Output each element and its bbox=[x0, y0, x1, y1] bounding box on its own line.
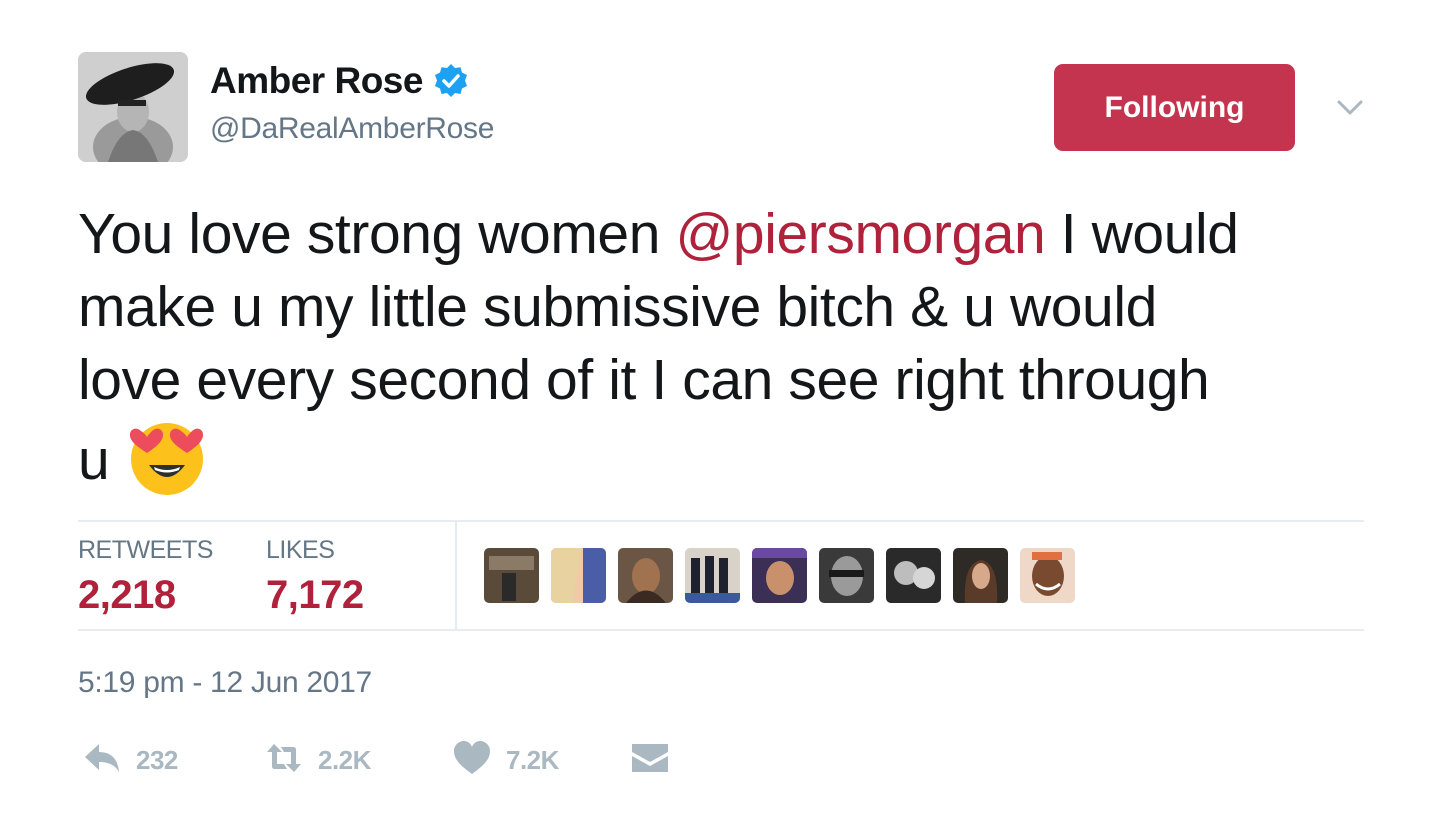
retweet-icon bbox=[264, 740, 304, 781]
likers-avatar-row bbox=[484, 548, 1075, 603]
likes-stat[interactable]: LIKES 7,172 bbox=[266, 536, 364, 618]
stats-top-divider bbox=[78, 520, 1364, 522]
liker-avatar[interactable] bbox=[551, 548, 606, 603]
tweet-text-part: u bbox=[78, 428, 110, 492]
tweet-line-3: love every second of it I can see right … bbox=[78, 348, 1210, 412]
following-button[interactable]: Following bbox=[1054, 64, 1295, 151]
like-button[interactable]: 7.2K bbox=[452, 740, 559, 781]
tweet-text-part: I would bbox=[1045, 202, 1239, 266]
author-name-row: Amber Rose bbox=[210, 60, 469, 102]
liker-avatar[interactable] bbox=[1020, 548, 1075, 603]
direct-message-button[interactable] bbox=[630, 740, 670, 781]
liker-avatar[interactable] bbox=[886, 548, 941, 603]
heart-icon bbox=[452, 740, 492, 781]
retweets-value: 2,218 bbox=[78, 573, 176, 617]
stats-vertical-divider bbox=[455, 522, 457, 630]
retweets-label: RETWEETS bbox=[78, 536, 213, 564]
likes-value: 7,172 bbox=[266, 573, 364, 617]
retweets-stat[interactable]: RETWEETS 2,218 bbox=[78, 536, 213, 618]
author-display-name[interactable]: Amber Rose bbox=[210, 60, 423, 102]
tweet-text-part: You love strong women bbox=[78, 202, 676, 266]
tweet-text: You love strong women @piersmorgan I wou… bbox=[78, 198, 1378, 497]
liker-avatar[interactable] bbox=[685, 548, 740, 603]
tweet-line-1: You love strong women @piersmorgan I wou… bbox=[78, 198, 1378, 271]
verified-badge-icon bbox=[433, 63, 469, 99]
tweet-line-4: u bbox=[78, 417, 1378, 497]
liker-avatar[interactable] bbox=[752, 548, 807, 603]
author-handle[interactable]: @DaRealAmberRose bbox=[210, 112, 494, 146]
retweet-button[interactable]: 2.2K bbox=[264, 740, 371, 781]
heart-eyes-emoji-icon bbox=[127, 417, 207, 497]
liker-avatar[interactable] bbox=[953, 548, 1008, 603]
stats-bottom-divider bbox=[78, 629, 1364, 631]
like-count: 7.2K bbox=[506, 745, 559, 775]
tweet-timestamp[interactable]: 5:19 pm - 12 Jun 2017 bbox=[78, 666, 372, 700]
likes-label: LIKES bbox=[266, 536, 335, 564]
mention-link[interactable]: @piersmorgan bbox=[675, 202, 1045, 266]
reply-count: 232 bbox=[136, 745, 178, 775]
reply-icon bbox=[82, 740, 122, 781]
retweet-count: 2.2K bbox=[318, 745, 371, 775]
chevron-down-icon[interactable] bbox=[1334, 96, 1366, 120]
author-avatar[interactable] bbox=[78, 52, 188, 162]
envelope-icon bbox=[630, 740, 670, 781]
reply-button[interactable]: 232 bbox=[82, 740, 178, 781]
liker-avatar[interactable] bbox=[484, 548, 539, 603]
liker-avatar[interactable] bbox=[819, 548, 874, 603]
tweet-line-2: make u my little submissive bitch & u wo… bbox=[78, 275, 1157, 339]
liker-avatar[interactable] bbox=[618, 548, 673, 603]
